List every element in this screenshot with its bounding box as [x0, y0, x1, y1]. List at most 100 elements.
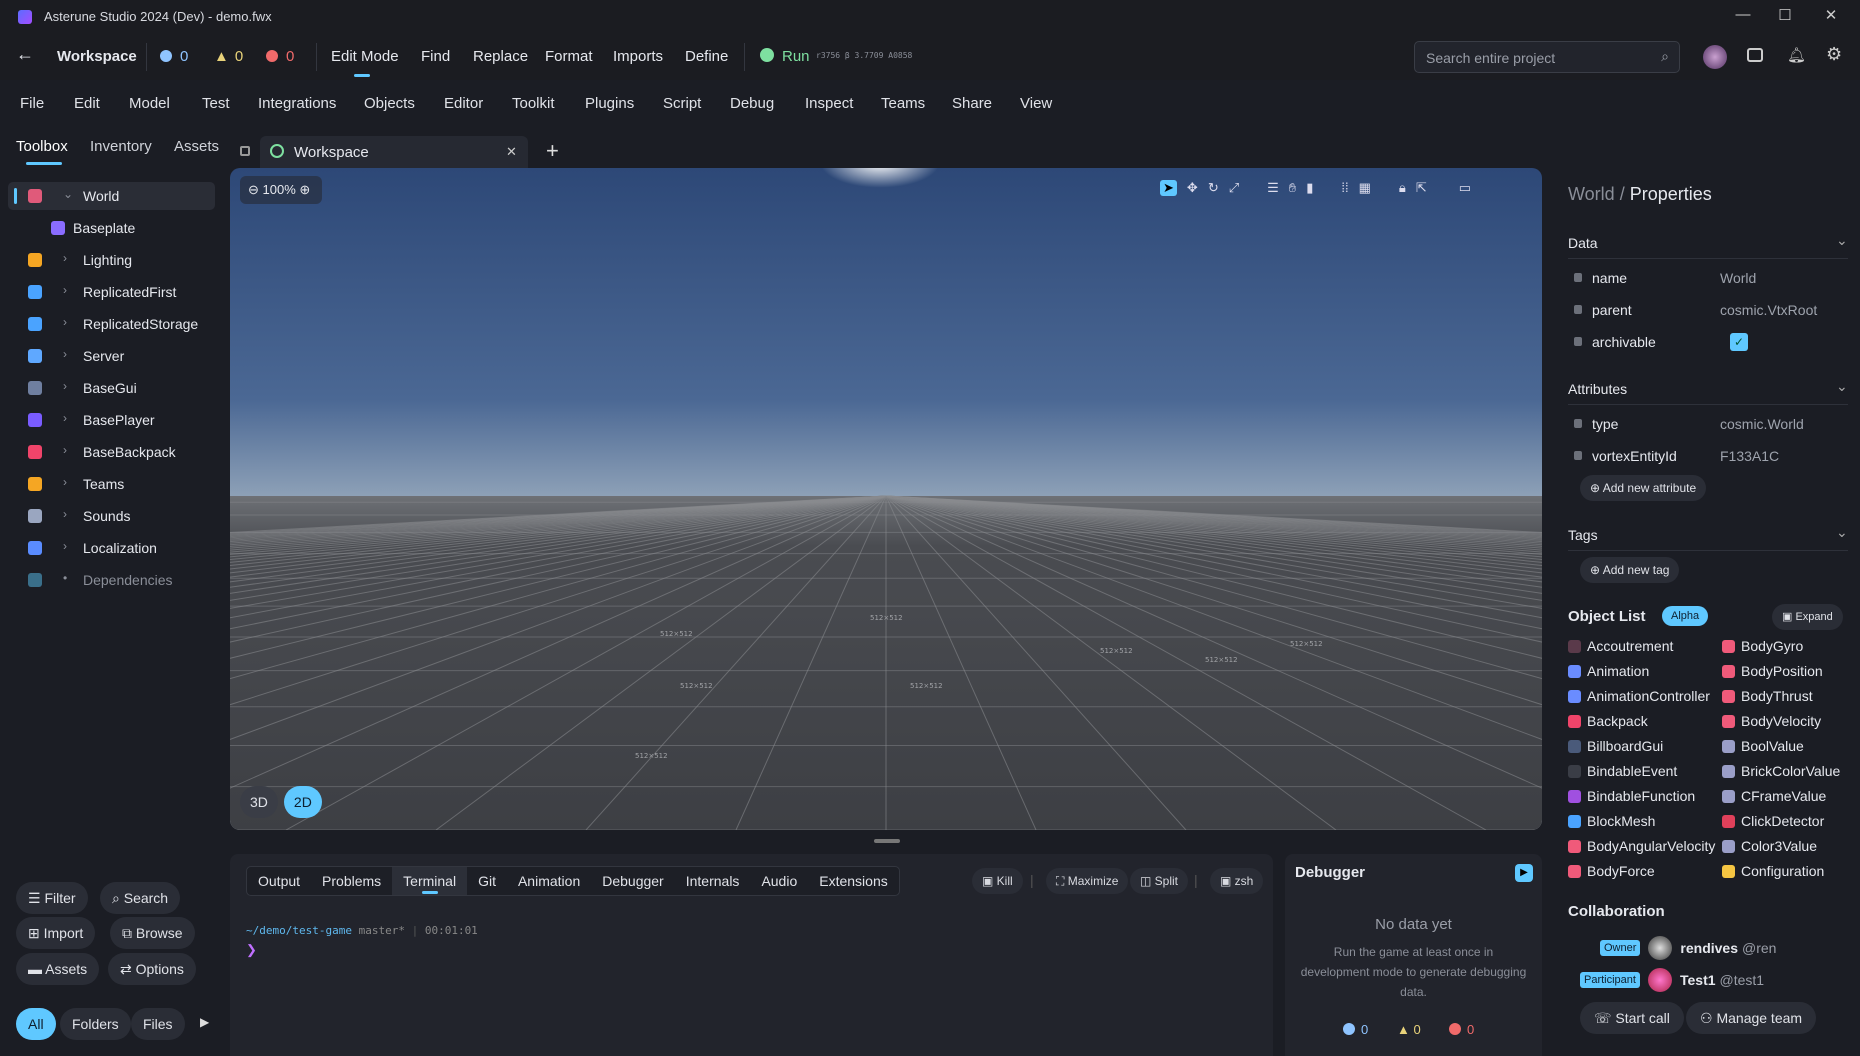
tree-item-sounds[interactable]: › Sounds — [8, 502, 215, 530]
object-list-item[interactable]: BodyPosition — [1722, 663, 1840, 688]
chevron-down-icon[interactable]: ⌄ — [63, 187, 73, 201]
tab-git[interactable]: Git — [467, 867, 507, 895]
menu-view[interactable]: View — [1020, 95, 1052, 112]
search-button[interactable]: ⌕ Search — [100, 882, 181, 914]
zoom-control[interactable]: ⊖ 100% ⊕ — [240, 176, 322, 204]
info-count[interactable]: 0 — [160, 48, 188, 65]
slider-tool-icon[interactable]: ▮ — [1306, 180, 1313, 196]
close-window-button[interactable]: ✕ — [1816, 6, 1846, 24]
split-button[interactable]: ◫ Split — [1130, 868, 1189, 894]
lock-icon[interactable]: 🔒︎ — [1399, 180, 1406, 196]
grid-dots-icon[interactable]: ⁞⁞ — [1341, 180, 1348, 196]
filter-files[interactable]: Files — [131, 1008, 185, 1040]
chevron-right-icon[interactable]: • — [63, 571, 67, 585]
shell-button[interactable]: ▣ zsh — [1210, 868, 1264, 894]
tree-item-localization[interactable]: › Localization — [8, 534, 215, 562]
start-call-button[interactable]: ☏ Start call — [1580, 1002, 1684, 1034]
menu-plugins[interactable]: Plugins — [585, 95, 634, 112]
tree-item-lighting[interactable]: › Lighting — [8, 246, 215, 274]
expand-button[interactable]: ▣ Expand — [1772, 604, 1843, 630]
browse-button[interactable]: ⧉ Browse — [110, 917, 195, 949]
imports-button[interactable]: Imports — [613, 48, 663, 65]
object-list-item[interactable]: BoolValue — [1722, 738, 1840, 763]
project-icon[interactable] — [1747, 48, 1763, 62]
object-list-item[interactable]: BlockMesh — [1568, 813, 1715, 838]
tree-item-basebackpack[interactable]: › BaseBackpack — [8, 438, 215, 466]
menu-share[interactable]: Share — [952, 95, 992, 112]
new-tab-button[interactable]: + — [546, 138, 559, 164]
find-button[interactable]: Find — [421, 48, 450, 65]
tab-problems[interactable]: Problems — [311, 867, 392, 895]
object-list-item[interactable]: BindableEvent — [1568, 763, 1715, 788]
menu-edit[interactable]: Edit — [74, 95, 100, 112]
assets-button[interactable]: ▬ Assets — [16, 953, 100, 985]
menu-file[interactable]: File — [20, 95, 44, 112]
archivable-checkbox[interactable]: ✓ — [1730, 333, 1748, 351]
object-list-item[interactable]: BodyThrust — [1722, 688, 1840, 713]
attributes-section-title[interactable]: Attributes — [1568, 381, 1627, 397]
chevron-right-icon[interactable]: › — [63, 443, 67, 457]
tab-internals[interactable]: Internals — [675, 867, 751, 895]
chevron-right-icon[interactable]: › — [63, 539, 67, 553]
data-section-title[interactable]: Data — [1568, 235, 1598, 251]
tab-animation[interactable]: Animation — [507, 867, 591, 895]
object-list-item[interactable]: BodyForce — [1568, 863, 1715, 888]
camera-icon[interactable]: ▭ — [1459, 180, 1471, 196]
zoom-out-icon[interactable]: ⊖ — [248, 182, 259, 197]
object-list-item[interactable]: CFrameValue — [1722, 788, 1840, 813]
object-list-item[interactable]: Configuration — [1722, 863, 1840, 888]
object-list-item[interactable]: ClickDetector — [1722, 813, 1840, 838]
object-list-item[interactable]: Accoutrement — [1568, 638, 1715, 663]
mode-2d-button[interactable]: 2D — [283, 786, 322, 818]
chevron-right-icon[interactable]: › — [63, 475, 67, 489]
object-list-item[interactable]: AnimationController — [1568, 688, 1715, 713]
object-list-item[interactable]: BodyVelocity — [1722, 713, 1840, 738]
filter-folders[interactable]: Folders — [60, 1008, 131, 1040]
tree-item-dependencies[interactable]: • Dependencies — [8, 566, 215, 594]
chevron-down-icon[interactable]: ⌄ — [1836, 524, 1848, 541]
object-list-item[interactable]: BillboardGui — [1568, 738, 1715, 763]
tree-item-basegui[interactable]: › BaseGui — [8, 374, 215, 402]
tab-toolbox[interactable]: Toolbox — [16, 138, 68, 155]
manage-team-button[interactable]: ⚇ Manage team — [1686, 1002, 1817, 1034]
scale-tool-icon[interactable]: ⤢ — [1229, 180, 1239, 196]
tab-terminal[interactable]: Terminal — [392, 867, 468, 895]
object-list-item[interactable]: BindableFunction — [1568, 788, 1715, 813]
select-tool-icon[interactable]: ➤ — [1160, 180, 1177, 196]
panel-resize-handle[interactable] — [874, 839, 900, 843]
menu-script[interactable]: Script — [663, 95, 701, 112]
options-button[interactable]: ⇄ Options — [108, 953, 196, 985]
chevron-right-icon[interactable]: › — [63, 347, 67, 361]
chevron-right-icon[interactable]: › — [63, 283, 67, 297]
mode-3d-button[interactable]: 3D — [240, 786, 278, 818]
menu-model[interactable]: Model — [129, 95, 170, 112]
tab-workspace[interactable]: Workspace ✕ — [260, 136, 528, 168]
filter-all[interactable]: All — [16, 1008, 56, 1040]
filter-button[interactable]: ☰ Filter — [16, 882, 88, 914]
tree-item-world[interactable]: ⌄ World — [8, 182, 215, 210]
move-tool-icon[interactable]: ✥ — [1187, 180, 1198, 196]
object-list-item[interactable]: Animation — [1568, 663, 1715, 688]
more-arrow-icon[interactable]: ▶ — [200, 1015, 209, 1029]
chevron-down-icon[interactable]: ⌄ — [1836, 232, 1848, 249]
grid-squares-icon[interactable]: ▦ — [1359, 180, 1371, 196]
tab-debugger[interactable]: Debugger — [591, 867, 675, 895]
scene-viewport[interactable]: 512×512 512×512 512×512 512×512 512×512 512×5… — [230, 168, 1542, 830]
panel-toggle-icon[interactable] — [240, 146, 250, 156]
add-tag-button[interactable]: ⊕ Add new tag — [1580, 557, 1680, 583]
zoom-in-icon[interactable]: ⊕ — [299, 182, 310, 197]
tree-item-baseplayer[interactable]: › BasePlayer — [8, 406, 215, 434]
menu-toolkit[interactable]: Toolkit — [512, 95, 555, 112]
chevron-right-icon[interactable]: › — [63, 251, 67, 265]
hand-tool-icon[interactable]: ✋︎ — [1289, 180, 1296, 196]
object-list-item[interactable]: Color3Value — [1722, 838, 1840, 863]
user-avatar[interactable] — [1703, 45, 1727, 69]
chevron-right-icon[interactable]: › — [63, 379, 67, 393]
menu-integrations[interactable]: Integrations — [258, 95, 336, 112]
list-tool-icon[interactable]: ☰ — [1267, 180, 1279, 196]
collapse-icon[interactable]: ⇱ — [1416, 180, 1427, 196]
object-list-item[interactable]: BodyAngularVelocity — [1568, 838, 1715, 863]
menu-objects[interactable]: Objects — [364, 95, 415, 112]
add-attribute-button[interactable]: ⊕ Add new attribute — [1580, 475, 1707, 501]
object-list-item[interactable]: Backpack — [1568, 713, 1715, 738]
